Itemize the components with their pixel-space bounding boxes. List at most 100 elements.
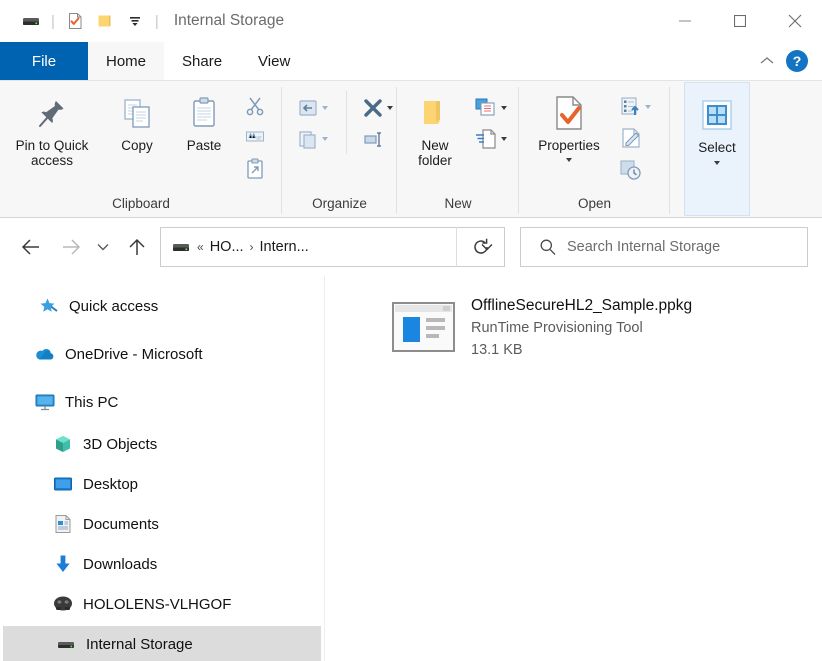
organize-col-1	[292, 91, 332, 154]
file-metadata: OfflineSecureHL2_Sample.ppkg RunTime Pro…	[471, 295, 692, 361]
list-item[interactable]: OfflineSecureHL2_Sample.ppkg RunTime Pro…	[392, 295, 692, 361]
search-input[interactable]: Search Internal Storage	[567, 239, 720, 255]
tab-file[interactable]: File	[0, 42, 88, 80]
open-button[interactable]	[615, 91, 655, 122]
ribbon-group-organize: Organize	[282, 81, 397, 218]
sidebar-item-this-pc[interactable]: This PC	[0, 384, 324, 420]
open-caret-icon[interactable]	[645, 104, 651, 109]
select-button[interactable]: Select	[686, 91, 748, 165]
onedrive-icon	[34, 343, 56, 365]
sidebar-item-onedrive[interactable]: OneDrive - Microsoft	[0, 336, 324, 372]
new-item-button[interactable]	[469, 92, 511, 123]
paste-button[interactable]: Paste	[170, 89, 238, 153]
cut-icon	[246, 97, 264, 115]
sidebar-item-internal-storage[interactable]: Internal Storage	[3, 626, 321, 661]
easy-access-caret-icon[interactable]	[501, 136, 507, 141]
search-box[interactable]: Search Internal Storage	[520, 227, 808, 267]
new-small-buttons	[469, 89, 511, 154]
sidebar-item-desktop[interactable]: Desktop	[0, 466, 324, 502]
file-list-pane[interactable]: OfflineSecureHL2_Sample.ppkg RunTime Pro…	[326, 276, 822, 661]
pin-label-line1: Pin to Quick	[15, 138, 89, 153]
tab-view[interactable]: View	[240, 42, 308, 80]
sidebar-label-desktop: Desktop	[83, 475, 139, 493]
customize-dropdown-icon[interactable]	[120, 6, 150, 36]
delete-icon	[364, 98, 382, 117]
delete-caret-icon[interactable]	[387, 105, 393, 110]
new-item-caret-icon[interactable]	[501, 105, 507, 110]
history-button[interactable]	[615, 153, 655, 184]
paste-shortcut-icon	[247, 157, 263, 179]
minimize-button[interactable]	[657, 0, 712, 42]
breadcrumb-segment-0[interactable]: HO...	[210, 239, 244, 255]
new-folder-icon[interactable]	[90, 6, 120, 36]
sidebar-item-downloads[interactable]: Downloads	[0, 546, 324, 582]
sidebar-label-documents: Documents	[83, 515, 159, 533]
move-to-button[interactable]	[292, 92, 332, 123]
drive-icon[interactable]	[16, 6, 46, 36]
address-field[interactable]: « HO... › Intern...	[160, 227, 505, 267]
easy-access-button[interactable]	[469, 123, 511, 154]
file-name[interactable]: OfflineSecureHL2_Sample.ppkg	[471, 295, 692, 317]
properties-button[interactable]: Properties	[523, 89, 615, 162]
sidebar-item-documents[interactable]: Documents	[0, 506, 324, 542]
new-folder-button[interactable]: New folder	[403, 89, 467, 168]
ribbon-group-select[interactable]: Select	[684, 82, 750, 216]
rename-button[interactable]	[357, 123, 397, 154]
sidebar-item-hololens[interactable]: HOLOLENS-VLHGOF	[0, 586, 324, 622]
downloads-icon	[52, 553, 74, 575]
sidebar-label-internal-storage: Internal Storage	[86, 635, 193, 653]
edit-button[interactable]	[615, 122, 655, 153]
forward-button[interactable]	[54, 230, 88, 264]
qat-separator-2: |	[154, 12, 159, 30]
select-icon	[697, 93, 737, 137]
new-folder-icon	[415, 91, 455, 135]
properties-label: Properties	[538, 138, 600, 153]
copy-button[interactable]: Copy	[104, 89, 170, 153]
close-button[interactable]	[767, 0, 822, 42]
tab-share[interactable]: Share	[164, 42, 240, 80]
sidebar-label-this-pc: This PC	[65, 393, 119, 411]
new-folder-label-line2: folder	[418, 153, 452, 168]
copy-to-button[interactable]	[292, 123, 332, 154]
sidebar-item-quick-access[interactable]: Quick access	[0, 288, 324, 324]
quick-access-toolbar: | | Internal Storage	[0, 6, 284, 36]
copy-path-button[interactable]	[240, 121, 270, 152]
maximize-button[interactable]	[712, 0, 767, 42]
sidebar-item-3d-objects[interactable]: 3D Objects	[0, 426, 324, 462]
sidebar-label-downloads: Downloads	[83, 555, 158, 573]
paste-shortcut-button[interactable]	[240, 152, 270, 183]
copy-icon	[117, 91, 157, 135]
breadcrumb-segment-1[interactable]: Intern...	[260, 239, 309, 255]
collapse-ribbon-icon[interactable]	[754, 48, 780, 74]
search-icon	[540, 239, 556, 255]
organize-col-2	[346, 91, 397, 154]
pin-label-line2: access	[30, 153, 74, 168]
tab-home[interactable]: Home	[88, 42, 165, 80]
cut-button[interactable]	[240, 90, 270, 121]
breadcrumb: « HO... › Intern...	[161, 237, 470, 257]
drive-icon	[55, 633, 77, 655]
select-caret-icon[interactable]	[714, 161, 720, 165]
refresh-button[interactable]	[456, 227, 505, 267]
back-button[interactable]	[14, 230, 48, 264]
this-pc-icon	[34, 391, 56, 413]
up-button[interactable]	[120, 230, 154, 264]
ribbon-group-open: Properties Open	[519, 81, 670, 218]
properties-icon[interactable]	[60, 6, 90, 36]
breadcrumb-overflow[interactable]: «	[193, 240, 208, 254]
pin-to-quick-access-button[interactable]: Pin to Quick access	[0, 89, 104, 168]
file-explorer-window: | | Internal Storage File Home Share Vie…	[0, 0, 822, 661]
file-size: 13.1 KB	[471, 342, 523, 358]
delete-button[interactable]	[357, 92, 397, 123]
paste-label: Paste	[186, 138, 222, 153]
group-label-organize: Organize	[312, 196, 367, 211]
breadcrumb-separator-0[interactable]: ›	[246, 240, 258, 254]
copy-to-caret-icon[interactable]	[322, 136, 328, 141]
sidebar-label-onedrive: OneDrive - Microsoft	[65, 345, 203, 363]
help-button[interactable]: ?	[786, 50, 808, 72]
recent-locations-button[interactable]	[90, 230, 116, 264]
star-pin-icon	[38, 295, 60, 317]
ribbon-tabs-right: ?	[754, 42, 814, 80]
move-to-caret-icon[interactable]	[322, 105, 328, 110]
properties-caret-icon[interactable]	[566, 158, 572, 162]
